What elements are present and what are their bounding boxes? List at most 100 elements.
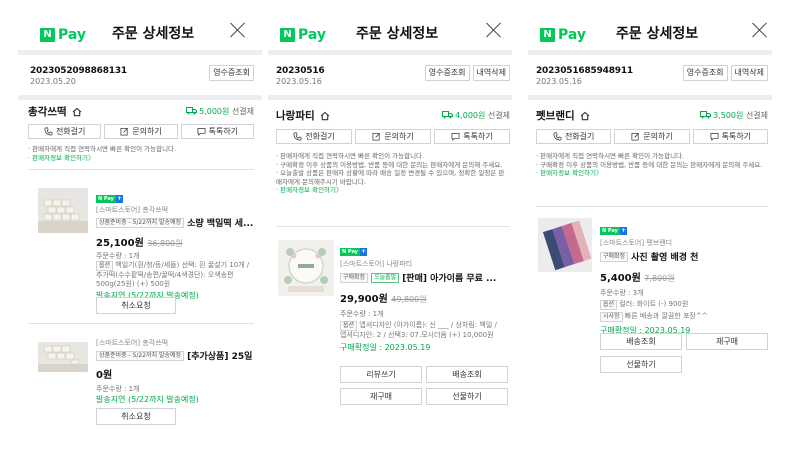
order-date: 2023.05.20	[30, 77, 76, 86]
shipping-fee: 5,000원	[199, 107, 230, 116]
notice-item: · 판매자에게 직접 연락하시면 빠른 확인이 가능합니다.	[536, 152, 685, 160]
store-row: 총각쓰떡 5,000원 선결제	[28, 104, 254, 118]
shipping-label: 선결제	[487, 111, 510, 120]
npay-logo-n: N	[40, 28, 55, 42]
gift-button[interactable]: 선물하기	[600, 356, 682, 373]
inquiry-button[interactable]: 문의하기	[614, 129, 690, 144]
shipping-fee: 3,500원	[713, 111, 744, 120]
talk-button[interactable]: 톡톡하기	[434, 129, 510, 144]
divider	[28, 323, 254, 324]
npay-plus-badge: N Pay +	[96, 195, 123, 203]
receipt-button[interactable]: 영수증조회	[209, 65, 254, 81]
order-buttons: 영수증조회 내역삭제	[424, 65, 510, 81]
seller-info-link[interactable]: · 판매자정보 확인하기〉	[536, 169, 768, 178]
divider	[28, 169, 254, 170]
product-name[interactable]: [추가상품] 25일	[187, 349, 252, 362]
product-name[interactable]: 소량 백일떡 세...	[187, 216, 253, 229]
option-tag: 옵션	[600, 300, 618, 310]
store-row: 나랑파티 4,000원 선결제	[276, 108, 510, 122]
notice-item: · 판매자에게 직접 연락하시면 빠른 확인이 가능합니다.	[276, 152, 425, 160]
option-text: 옵션 백일기(흰/청/등/세돌) 선택: 흰 꿀설기 10개 / 추가떡(수수팥…	[96, 261, 256, 289]
seller-info-link[interactable]: · 판매자정보 확인하기〉	[28, 154, 254, 163]
store-name-text: 총각쓰떡	[28, 106, 67, 118]
option-value: 백일기(흰/청/등/세돌) 선택: 흰 꿀설기 10개 / 추가떡(수수팥떡/송…	[96, 261, 250, 288]
talk-button[interactable]: 톡톡하기	[180, 124, 254, 139]
npay-plus-badge: N Pay +	[340, 248, 367, 256]
product-thumbnail[interactable]	[538, 218, 592, 272]
sale-price: 25,100원	[96, 238, 144, 249]
truck-icon	[699, 111, 711, 119]
receipt-button[interactable]: 영수증조회	[682, 65, 728, 81]
phone-icon	[553, 132, 562, 141]
order-number: 2023052098868131	[30, 66, 127, 76]
product-thumbnail[interactable]	[38, 188, 88, 233]
phone-icon	[44, 127, 53, 136]
cancel-request-button[interactable]: 취소요청	[96, 408, 176, 425]
option-value: 앱셔디자인 (아가이름): 신 ___ / 상차림: 백일 / 앱셔디자인: 2…	[340, 321, 497, 339]
order-info: 2023052098868131 2023.05.20 영수증조회	[30, 65, 254, 93]
request-tag: 시사항	[600, 312, 623, 322]
product-thumbnail[interactable]	[38, 342, 88, 372]
product-name[interactable]: [판매] 아가이름 무료 ...	[402, 271, 496, 284]
shipping-fee: 4,000원	[455, 111, 486, 120]
cancel-request-button[interactable]: 취소요청	[96, 297, 176, 314]
separator	[528, 50, 772, 55]
npay-logo: N Pay	[540, 27, 586, 43]
store-name[interactable]: 나랑파티	[276, 108, 330, 123]
chat-icon	[197, 127, 206, 136]
product-price: 5,400원 7,800원	[600, 269, 768, 284]
store-name[interactable]: 총각쓰떡	[28, 104, 82, 119]
purchase-confirm-date: 구매확정일 : 2023.05.19	[340, 343, 431, 352]
close-icon[interactable]	[752, 22, 768, 38]
seller-info-link[interactable]: · 판매자정보 확인하기〉	[276, 186, 510, 195]
order-quantity: 주문수량 : 1개	[340, 310, 384, 318]
product-info: N Pay + [스마트스토어] 나랑파티 구매확정 오늘출발 [판매] 아가이름…	[340, 238, 506, 353]
sale-price: 5,400원	[600, 273, 641, 284]
npay-plus-badge: N Pay +	[600, 227, 627, 235]
product-price: 0원	[96, 370, 113, 381]
order-buttons: 영수증조회 내역삭제	[682, 65, 768, 81]
status-badge: 상품준비중 - 5/22까지 발송예정	[96, 217, 185, 228]
separator	[18, 50, 262, 55]
shipping-info: 4,000원 선결제	[441, 110, 510, 121]
product-thumbnail[interactable]	[278, 240, 334, 296]
order-number: 2023051685948911	[536, 66, 633, 76]
delete-history-button[interactable]: 내역삭제	[472, 65, 510, 81]
gift-button[interactable]: 선물하기	[426, 388, 508, 405]
review-button[interactable]: 리뷰쓰기	[340, 366, 422, 383]
store-row: 펫브랜디 3,500원 선결제	[536, 108, 768, 122]
call-button[interactable]: 전화걸기	[536, 129, 612, 144]
rebuy-button[interactable]: 재구매	[340, 388, 422, 405]
order-panel-3: N Pay 주문 상세정보 2023051685948911 2023.05.1…	[528, 0, 772, 450]
contact-actions: 전화걸기 문의하기 톡톡하기	[536, 129, 768, 144]
original-price: 7,800원	[644, 274, 675, 283]
store-name[interactable]: 펫브랜디	[536, 108, 590, 123]
rebuy-button[interactable]: 재구매	[686, 333, 768, 350]
call-button[interactable]: 전화걸기	[28, 124, 102, 139]
shipping-label: 선결제	[231, 107, 254, 116]
receipt-button[interactable]: 영수증조회	[424, 65, 470, 81]
inquiry-button[interactable]: 문의하기	[355, 129, 431, 144]
product-info: N Pay + [스마트스토어] 펫브랜디 구매확정 사진 촬영 배경 천 5,4…	[600, 217, 768, 336]
inquiry-button[interactable]: 문의하기	[104, 124, 178, 139]
product-name[interactable]: 사진 촬영 배경 천	[631, 250, 698, 263]
tracking-button[interactable]: 배송조회	[600, 333, 682, 350]
call-button[interactable]: 전화걸기	[276, 129, 352, 144]
talk-label: 톡톡하기	[208, 127, 239, 136]
request-text: 시사항 빠른 배송과 깔끔한 포장^^	[600, 312, 768, 322]
shipping-label: 선결제	[745, 111, 768, 120]
divider	[276, 226, 510, 227]
close-icon[interactable]	[486, 22, 502, 38]
option-tag: 옵션	[96, 261, 114, 271]
home-icon	[320, 111, 330, 121]
inquiry-label: 문의하기	[643, 132, 673, 141]
inquiry-label: 문의하기	[384, 132, 414, 141]
delete-history-button[interactable]: 내역삭제	[730, 65, 768, 81]
notice-list: · 판매자에게 직접 연락하시면 빠른 확인이 가능합니다. · 구매확정 이후…	[536, 152, 768, 178]
close-icon[interactable]	[230, 22, 246, 38]
order-date: 2023.05.16	[536, 77, 582, 86]
product-info: [스마트스토어] 총각쓰떡 상품준비중 - 5/22까지 발송예정 [추가상품]…	[96, 338, 256, 405]
seller-name: [스마트스토어] 펫브랜디	[600, 239, 673, 247]
talk-button[interactable]: 톡톡하기	[692, 129, 768, 144]
tracking-button[interactable]: 배송조회	[426, 366, 508, 383]
